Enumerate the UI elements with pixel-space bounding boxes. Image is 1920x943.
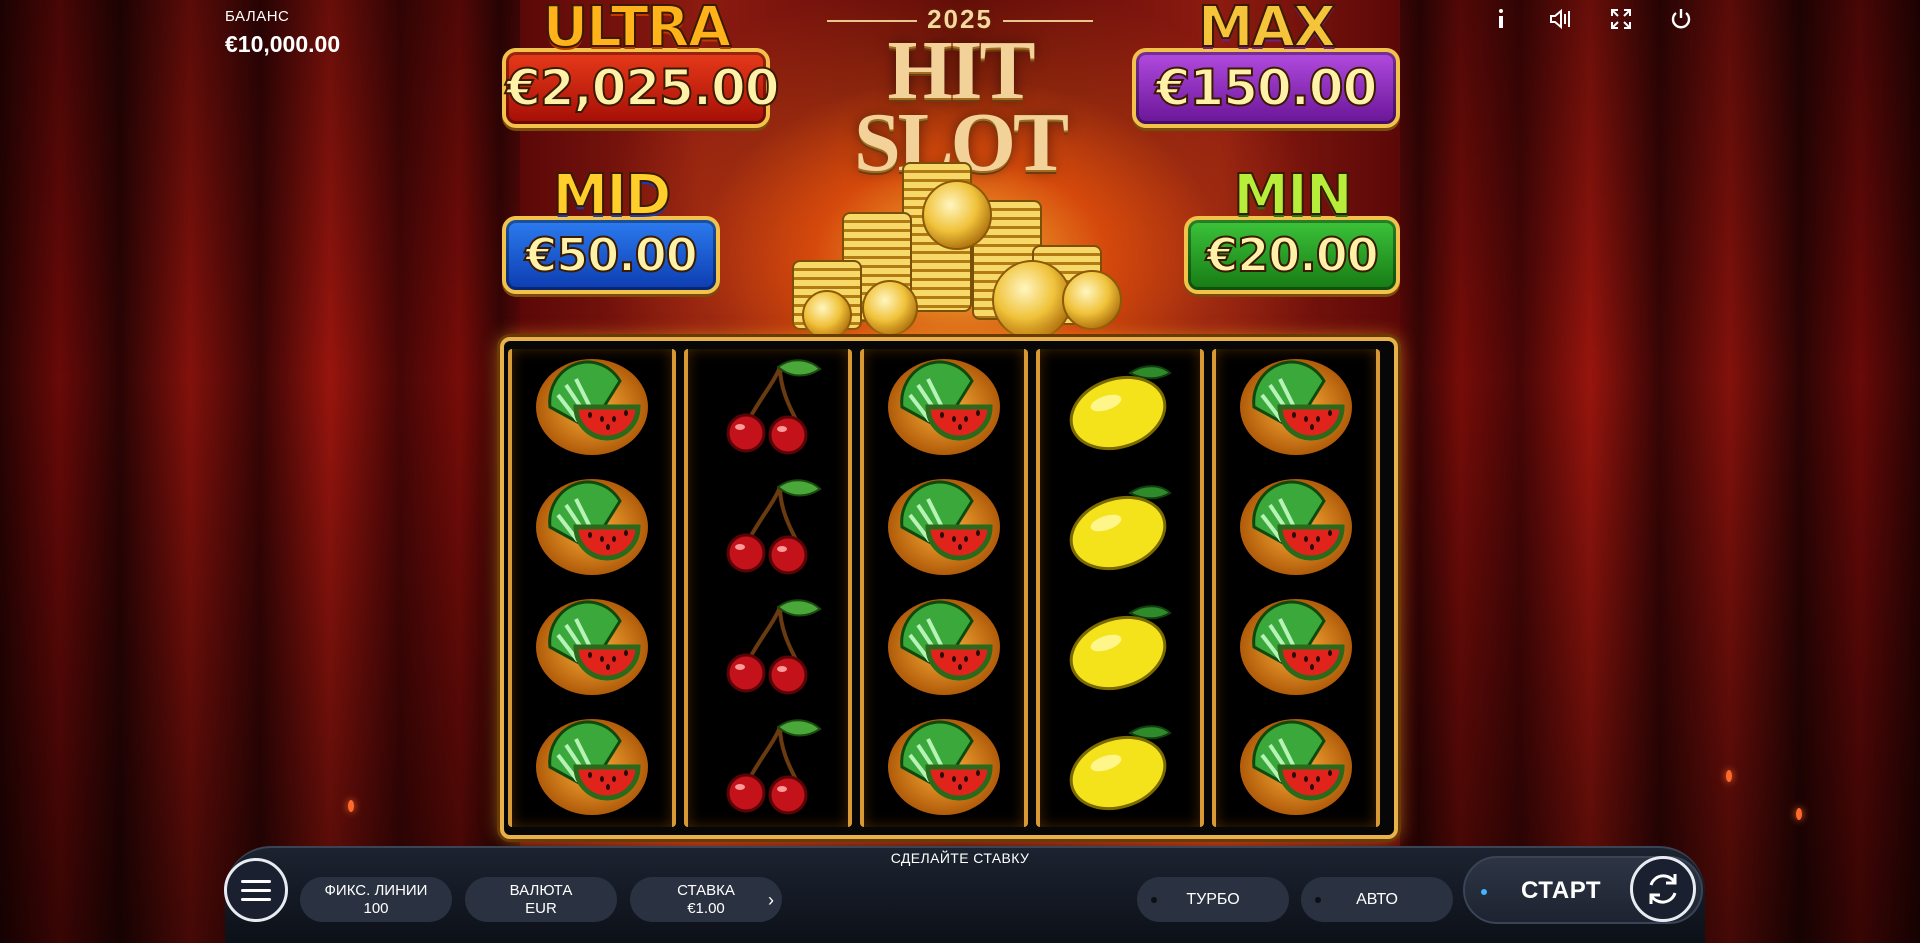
watermelon-symbol	[864, 707, 1024, 827]
watermelon-icon	[888, 719, 1000, 815]
lemon-icon	[1069, 485, 1172, 571]
watermelon-symbol	[512, 587, 672, 707]
lemon-icon	[1069, 725, 1172, 811]
auto-label: АВТО	[1356, 890, 1398, 908]
watermelon-symbol	[512, 347, 672, 467]
lemon-symbol	[1040, 467, 1200, 587]
spin-icon	[1649, 874, 1677, 904]
sound-icon[interactable]	[1548, 6, 1574, 32]
auto-toggle[interactable]: АВТО	[1301, 877, 1453, 922]
jackpot-max-title: MAX	[1197, 0, 1337, 60]
jackpot-min-amount: €20.00	[1184, 216, 1400, 294]
jackpot-mid-amount: €50.00	[502, 216, 720, 294]
chevron-right-icon[interactable]: ›	[768, 890, 774, 911]
lemon-icon	[1069, 605, 1172, 691]
cherry-icon	[726, 359, 822, 455]
ember	[1726, 770, 1732, 782]
reel-3	[860, 349, 1028, 827]
jackpot-mid-title: MID	[551, 163, 672, 228]
bet-selector[interactable]: СТАВКА €1.00	[630, 877, 782, 922]
watermelon-icon	[888, 479, 1000, 575]
cherry-icon	[726, 719, 822, 815]
watermelon-icon	[536, 599, 648, 695]
fullscreen-icon[interactable]	[1608, 6, 1634, 32]
watermelon-symbol	[1216, 467, 1376, 587]
currency-value: EUR	[525, 900, 557, 917]
power-icon[interactable]	[1668, 6, 1694, 32]
watermelon-icon	[888, 359, 1000, 455]
turbo-indicator	[1151, 897, 1157, 903]
turbo-label: ТУРБО	[1186, 890, 1240, 908]
watermelon-icon	[1240, 719, 1352, 815]
cherry-symbol	[688, 707, 848, 827]
reel-4	[1036, 349, 1204, 827]
watermelon-icon	[1240, 599, 1352, 695]
lines-value: 100	[363, 900, 389, 917]
watermelon-symbol	[864, 347, 1024, 467]
balance-label: БАЛАНС	[225, 8, 290, 25]
curtain-right	[1400, 0, 1920, 943]
reels-frame	[500, 337, 1398, 839]
top-toolbar	[1488, 6, 1694, 32]
reel-1	[508, 349, 676, 827]
menu-icon	[241, 879, 271, 883]
watermelon-symbol	[512, 707, 672, 827]
coin-pile	[762, 150, 1162, 340]
lines-selector[interactable]: ФИКС. ЛИНИИ 100	[300, 877, 452, 922]
menu-button[interactable]	[224, 858, 288, 922]
currency-selector[interactable]: ВАЛЮТА EUR	[465, 877, 617, 922]
watermelon-symbol	[864, 467, 1024, 587]
watermelon-icon	[536, 719, 648, 815]
start-indicator	[1481, 889, 1487, 895]
jackpot-min-title: MIN	[1232, 163, 1353, 228]
bet-value: €1.00	[687, 900, 725, 917]
cherry-symbol	[688, 467, 848, 587]
jackpot-ultra-amount: €2,025.00	[502, 48, 781, 128]
watermelon-icon	[1240, 479, 1352, 575]
ember	[348, 800, 354, 812]
watermelon-icon	[888, 599, 1000, 695]
curtain-left	[0, 0, 520, 943]
watermelon-symbol	[1216, 707, 1376, 827]
cherry-icon	[726, 599, 822, 695]
start-label: СТАРТ	[1521, 877, 1602, 904]
jackpot-mid: MID €50.00	[502, 163, 720, 294]
jackpot-min: MIN €20.00	[1184, 163, 1400, 294]
jackpot-max: MAX €150.00	[1132, 0, 1400, 128]
auto-indicator	[1315, 897, 1321, 903]
lines-label: ФИКС. ЛИНИИ	[324, 882, 428, 899]
balance-panel: БАЛАНС €10,000.00	[225, 8, 340, 58]
jackpot-ultra-title: ULTRA	[542, 0, 733, 60]
watermelon-symbol	[864, 587, 1024, 707]
lemon-symbol	[1040, 707, 1200, 827]
balance-value: €10,000.00	[225, 31, 341, 57]
lemon-icon	[1069, 365, 1172, 451]
watermelon-symbol	[1216, 587, 1376, 707]
info-icon[interactable]	[1488, 6, 1514, 32]
turbo-toggle[interactable]: ТУРБО	[1137, 877, 1289, 922]
ember	[1796, 808, 1802, 820]
cherry-symbol	[688, 347, 848, 467]
jackpot-ultra: ULTRA €2,025.00	[502, 0, 781, 128]
lemon-symbol	[1040, 347, 1200, 467]
watermelon-symbol	[1216, 347, 1376, 467]
watermelon-icon	[536, 479, 648, 575]
spin-button[interactable]	[1630, 856, 1696, 922]
currency-label: ВАЛЮТА	[509, 882, 573, 899]
watermelon-icon	[1240, 359, 1352, 455]
bet-hint: СДЕЛАЙТЕ СТАВКУ	[890, 850, 1030, 866]
cherry-symbol	[688, 587, 848, 707]
watermelon-symbol	[512, 467, 672, 587]
reel-5	[1212, 349, 1380, 827]
lemon-symbol	[1040, 587, 1200, 707]
watermelon-icon	[536, 359, 648, 455]
cherry-icon	[726, 479, 822, 575]
bet-label: СТАВКА	[677, 882, 735, 899]
jackpot-max-amount: €150.00	[1132, 48, 1400, 128]
reel-2	[684, 349, 852, 827]
